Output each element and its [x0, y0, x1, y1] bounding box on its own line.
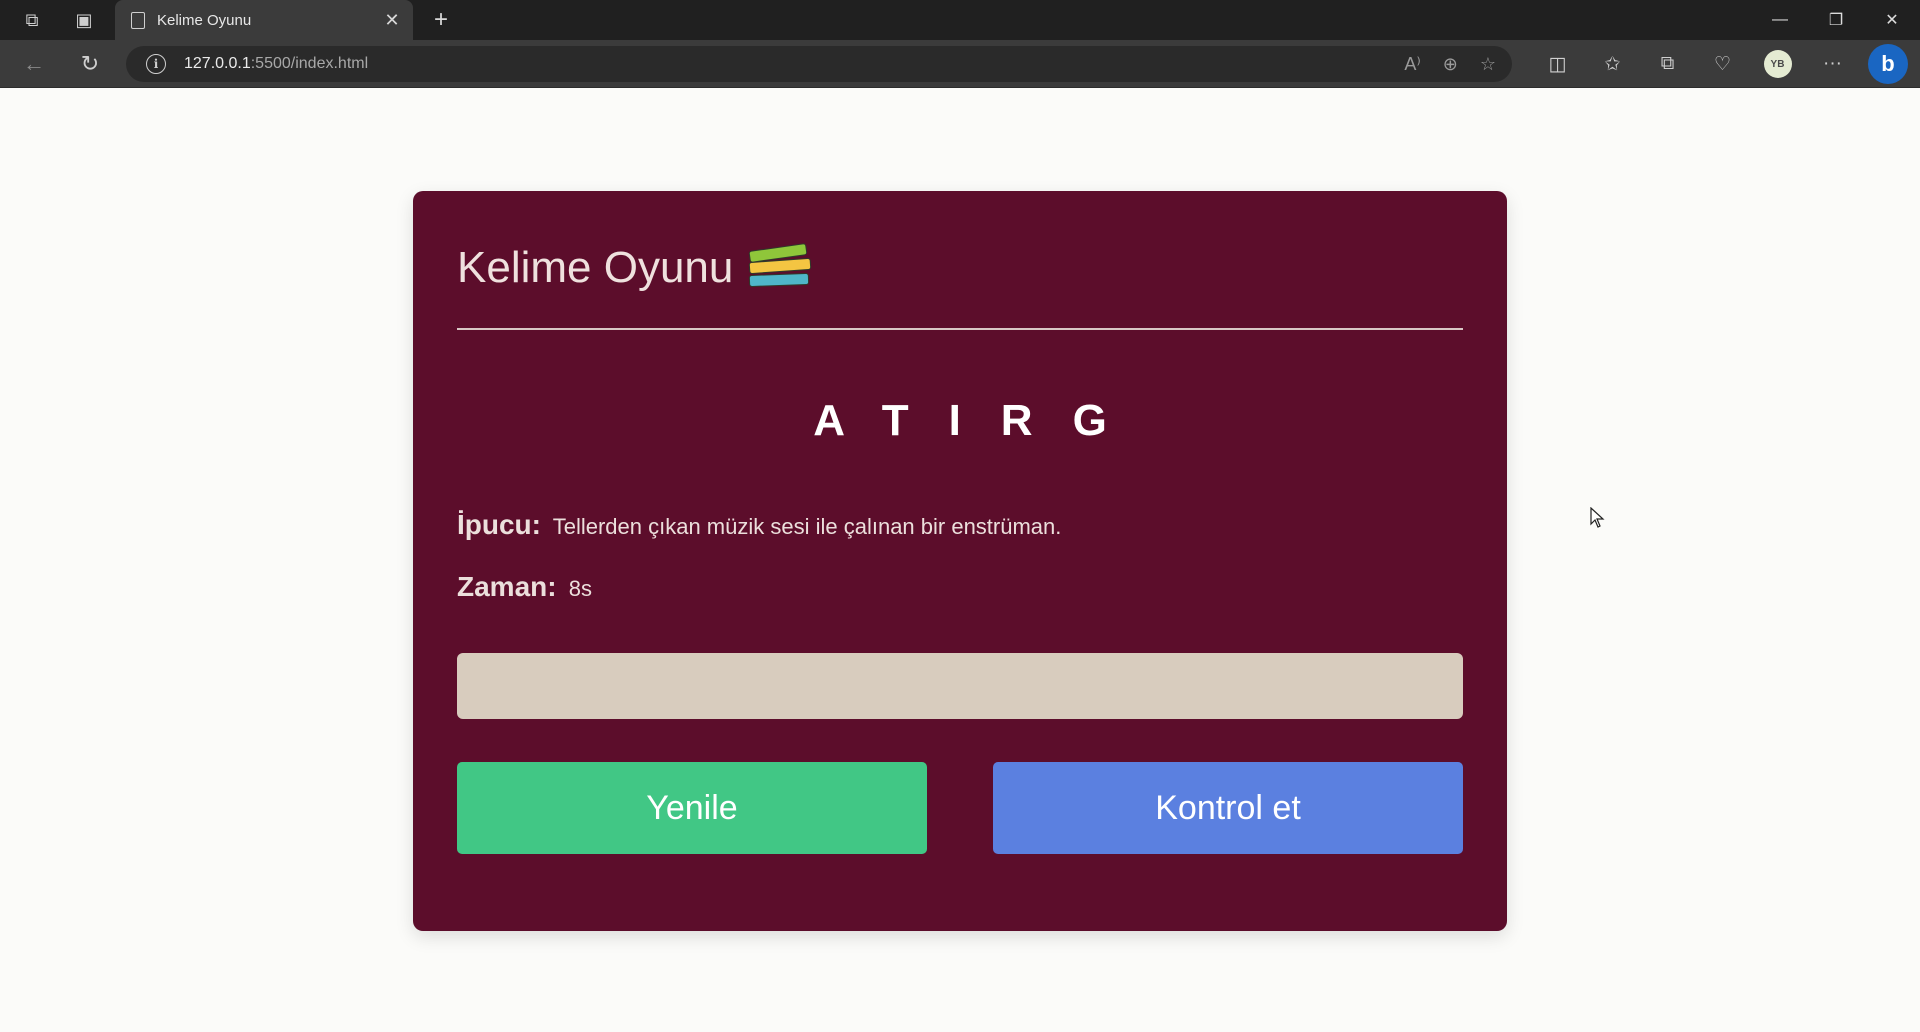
refresh-button[interactable]: Yenile — [457, 762, 927, 854]
collections-icon[interactable]: ⧉ — [1640, 46, 1695, 82]
avatar: YB — [1763, 50, 1792, 78]
url-host: 127.0.0.1 — [184, 55, 251, 72]
hint-row: İpucu: Tellerden çıkan müzik sesi ile ça… — [457, 509, 1061, 541]
books-icon — [745, 243, 815, 293]
hint-label: İpucu: — [457, 509, 541, 540]
hint-text: Tellerden çıkan müzik sesi ile çalınan b… — [552, 514, 1062, 539]
browser-titlebar: ⧉ ▣ Kelime Oyunu ✕ + — ❐ ✕ — [0, 0, 1920, 40]
time-row: Zaman: 8s — [457, 571, 592, 603]
restore-icon[interactable]: ❐ — [1808, 0, 1864, 40]
title-divider — [457, 328, 1463, 330]
favorites-icon[interactable]: ✩ — [1585, 46, 1640, 82]
url-path: :5500/index.html — [250, 55, 369, 72]
workspaces-icon[interactable]: ⧉ — [12, 0, 52, 40]
page-viewport: Kelime Oyunu ATIRG İpucu: Tellerden çıka… — [0, 89, 1920, 1032]
new-tab-button[interactable]: + — [421, 0, 461, 40]
time-value: 8s — [568, 576, 592, 601]
browser-essentials-icon[interactable]: ♡ — [1695, 46, 1750, 82]
zoom-icon[interactable]: ⊕ — [1443, 54, 1458, 75]
close-tab-icon[interactable]: ✕ — [381, 10, 403, 31]
address-toolbar: ← ↻ i 127.0.0.1:5500/index.html A⁾ ⊕ ☆ ◫… — [0, 40, 1920, 88]
reload-icon[interactable]: ↻ — [72, 46, 108, 82]
game-title: Kelime Oyunu — [457, 243, 815, 293]
minimize-icon[interactable]: — — [1752, 0, 1808, 40]
site-info-icon[interactable]: i — [146, 54, 166, 74]
answer-input[interactable] — [457, 653, 1463, 719]
profile-button[interactable]: YB — [1750, 46, 1805, 82]
address-bar[interactable]: i 127.0.0.1:5500/index.html A⁾ ⊕ ☆ — [126, 46, 1512, 82]
tab-title: Kelime Oyunu — [157, 11, 252, 29]
check-button[interactable]: Kontrol et — [993, 762, 1463, 854]
bing-copilot-icon[interactable]: b — [1868, 44, 1908, 84]
close-window-icon[interactable]: ✕ — [1864, 0, 1920, 40]
time-label: Zaman: — [457, 571, 557, 602]
window-controls: — ❐ ✕ — [1752, 0, 1920, 40]
tab-kelime-oyunu[interactable]: Kelime Oyunu ✕ — [115, 0, 413, 40]
page-icon — [131, 11, 145, 29]
back-icon[interactable]: ← — [16, 46, 52, 82]
split-screen-icon[interactable]: ◫ — [1530, 46, 1585, 82]
read-aloud-icon[interactable]: A⁾ — [1404, 54, 1420, 75]
game-card: Kelime Oyunu ATIRG İpucu: Tellerden çıka… — [413, 191, 1507, 931]
game-title-text: Kelime Oyunu — [457, 243, 734, 292]
more-menu-icon[interactable]: ··· — [1805, 46, 1860, 82]
tab-actions-icon[interactable]: ▣ — [64, 0, 104, 40]
scrambled-word: ATIRG — [813, 396, 1147, 445]
favorite-star-icon[interactable]: ☆ — [1480, 54, 1496, 75]
browser-toolbar: ◫ ✩ ⧉ ♡ YB ··· — [1530, 46, 1860, 82]
